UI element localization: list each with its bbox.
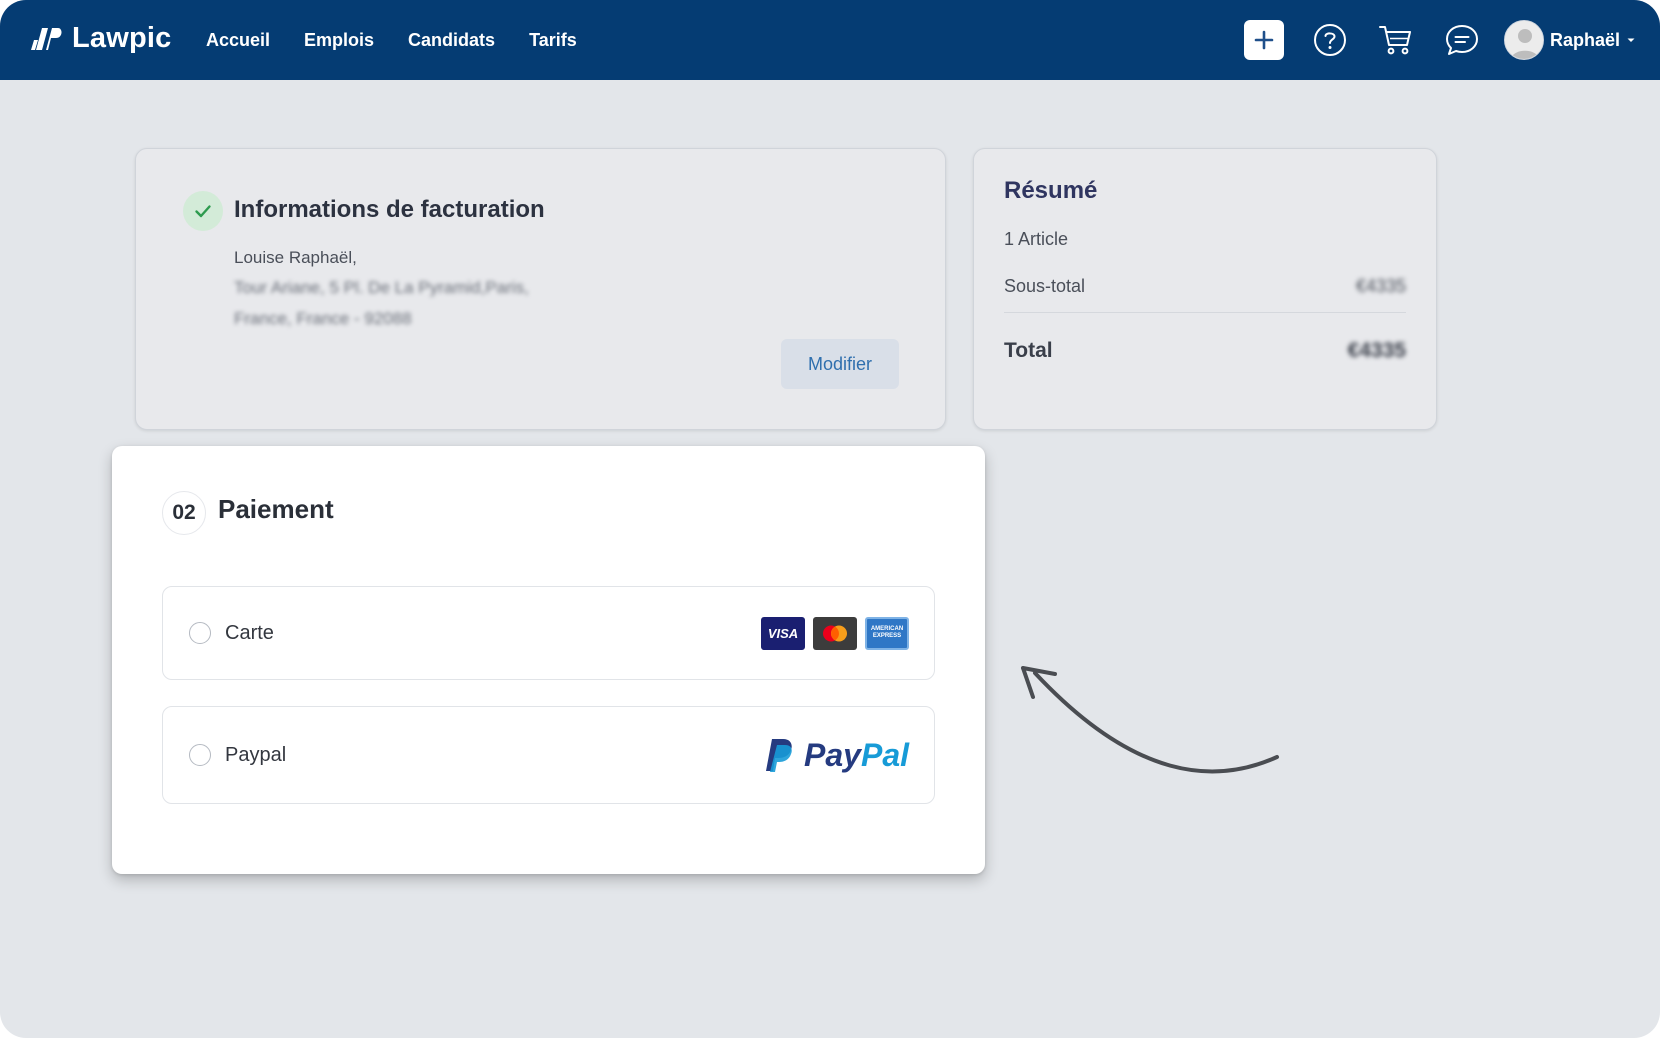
arrow-annotation-icon <box>1021 666 1279 774</box>
chat-icon <box>1445 25 1478 55</box>
total-row: Total €4335 <box>1004 334 1406 368</box>
add-button[interactable] <box>1243 20 1284 60</box>
logo-icon <box>31 27 62 50</box>
total-value: €4335 <box>1347 339 1406 362</box>
nav-actions: Raphaël <box>1243 0 1636 80</box>
payment-title: Paiement <box>218 494 334 524</box>
paypal-wordmark-pay: Pay <box>804 736 861 773</box>
subtotal-row: Sous-total €4335 <box>1004 271 1406 301</box>
avatar-image <box>1504 21 1543 59</box>
billing-name: Louise Raphaël, <box>234 248 357 267</box>
amex-logo: AMERICAN EXPRESS <box>865 616 909 650</box>
summary-divider <box>1004 312 1406 313</box>
cart-icon <box>1378 26 1411 55</box>
paypal-radio[interactable] <box>189 744 211 766</box>
app-frame: Lawpic Accueil Emplois Candidats Tarifs <box>0 0 1660 1038</box>
paypal-mark-icon <box>766 739 792 772</box>
brand-name: Lawpic <box>72 22 172 54</box>
summary-title: Résumé <box>1004 177 1098 204</box>
paypal-option-label: Paypal <box>225 743 287 766</box>
plus-icon <box>1254 30 1274 50</box>
brand-logo[interactable]: Lawpic <box>30 22 172 55</box>
step-number: 02 <box>162 491 206 535</box>
paypal-wordmark-pal: Pal <box>860 736 909 773</box>
subtotal-label: Sous-total <box>1004 275 1086 296</box>
nav-link-candidats[interactable]: Candidats <box>408 30 495 51</box>
nav-link-accueil[interactable]: Accueil <box>206 30 270 51</box>
visa-logo: VISA <box>761 616 805 650</box>
modify-button[interactable]: Modifier <box>781 339 899 389</box>
messages-button[interactable] <box>1442 20 1482 60</box>
order-summary-card: Résumé 1 Article Sous-total €4335 Total … <box>973 148 1437 430</box>
billing-title: Informations de facturation <box>234 196 545 223</box>
main-nav: Accueil Emplois Candidats Tarifs <box>206 0 577 80</box>
mastercard-logo <box>813 616 857 650</box>
billing-address-line1: Tour Ariane, 5 Pl. De La Pyramid,Paris, <box>234 278 529 297</box>
user-name: Raphaël <box>1549 29 1620 50</box>
billing-address-line2: France, France - 92088 <box>234 309 412 328</box>
total-label: Total <box>1004 339 1053 362</box>
billing-status-badge <box>183 191 223 231</box>
item-count-number: 1 <box>1004 229 1015 249</box>
nav-link-tarifs[interactable]: Tarifs <box>529 30 577 51</box>
avatar[interactable] <box>1503 20 1544 60</box>
item-count-label: Article <box>1018 229 1069 249</box>
paypal-logo: PayPal <box>764 737 909 774</box>
card-option-label: Carte <box>225 621 274 644</box>
card-radio[interactable] <box>189 622 211 644</box>
billing-info-card: Informations de facturation Louise Rapha… <box>135 148 946 430</box>
help-icon <box>1313 24 1346 56</box>
user-menu[interactable]: Raphaël <box>1503 20 1636 60</box>
payment-option-paypal[interactable]: Paypal PayPal <box>162 706 935 804</box>
subtotal-value: €4335 <box>1355 275 1406 296</box>
top-navbar: Lawpic Accueil Emplois Candidats Tarifs <box>0 0 1660 80</box>
chevron-down-icon <box>1627 38 1635 42</box>
cart-button[interactable] <box>1376 20 1416 60</box>
payment-card: 02 Paiement Carte VISA AMERICAN EXPRESS <box>112 446 985 874</box>
item-count: 1 Article <box>1004 229 1068 250</box>
amex-line2: EXPRESS <box>872 633 902 639</box>
payment-option-card[interactable]: Carte VISA AMERICAN EXPRESS <box>162 586 935 680</box>
help-button[interactable] <box>1310 20 1350 60</box>
card-brand-logos: VISA AMERICAN EXPRESS <box>761 616 909 650</box>
amex-line1: AMERICAN <box>870 626 904 632</box>
nav-link-emplois[interactable]: Emplois <box>304 30 374 51</box>
check-icon <box>195 205 211 218</box>
